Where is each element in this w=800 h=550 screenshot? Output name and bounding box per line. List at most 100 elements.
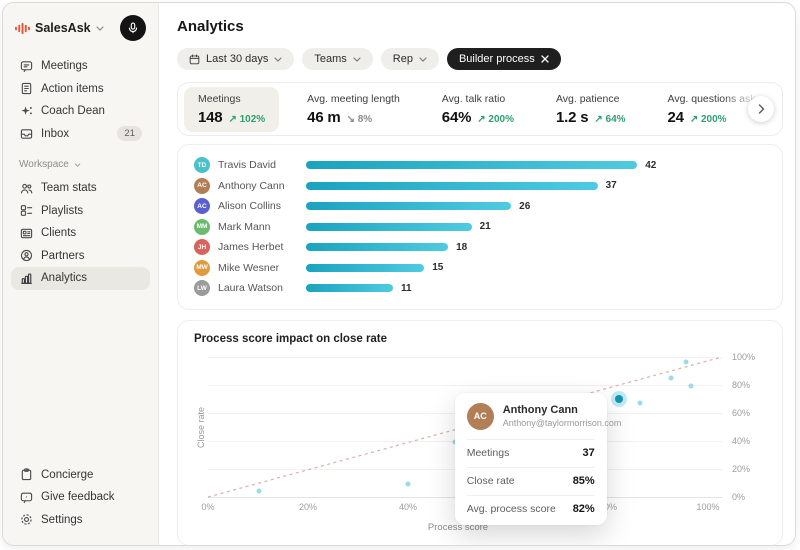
main-content: Analytics Last 30 days Teams Rep Builder… — [159, 3, 795, 545]
x-tick-label: 100% — [696, 501, 720, 512]
stat-card-meetings[interactable]: Meetings 148 ↗ 102% — [184, 86, 280, 132]
bar-row[interactable]: LW Laura Watson 11 — [194, 278, 766, 299]
bar-row[interactable]: AC Anthony Cann 37 — [194, 176, 766, 197]
stat-value: 148 — [198, 108, 223, 126]
chevron-down-icon — [74, 162, 81, 167]
scatter-tooltip: AC Anthony Cann Anthony@taylormorrison.c… — [454, 392, 621, 525]
sidebar-item-label: Analytics — [41, 272, 88, 285]
bar-track: 15 — [306, 262, 766, 273]
sidebar-item-coach-dean[interactable]: Coach Dean — [11, 100, 150, 123]
sidebar-item-concierge[interactable]: Concierge — [11, 464, 150, 487]
sidebar-item-label: Meetings — [41, 60, 88, 73]
bar-person-name: Anthony Cann — [218, 179, 285, 192]
sidebar-item-clients[interactable]: Clients — [11, 222, 150, 245]
people-icon — [19, 182, 33, 195]
bar-track: 21 — [306, 221, 766, 232]
filter-bar: Last 30 days Teams Rep Builder process — [177, 48, 783, 70]
stat-label: Avg. talk ratio — [441, 92, 506, 105]
sidebar-item-analytics[interactable]: Analytics — [11, 267, 150, 290]
chevron-down-icon — [419, 56, 427, 62]
stat-trend: ↗ 64% — [594, 113, 626, 125]
scatter-point[interactable] — [668, 375, 674, 380]
sidebar-item-label: Team stats — [41, 182, 97, 195]
stats-next-button[interactable] — [748, 96, 774, 122]
brand-name: SalesAsk — [35, 21, 91, 35]
scatter-point[interactable] — [688, 383, 694, 389]
bar-track: 26 — [306, 201, 766, 212]
bar-row[interactable]: TD Travis David 42 — [194, 155, 766, 176]
sidebar-item-action-items[interactable]: Action items — [11, 78, 150, 101]
avatar: AC — [194, 177, 210, 194]
y-tick-label: 100% — [732, 351, 756, 362]
stat-trend: ↗ 102% — [228, 113, 266, 125]
date-range-filter[interactable]: Last 30 days — [177, 48, 295, 70]
sidebar-item-label: Playlists — [41, 204, 84, 217]
bar-row[interactable]: MM Mark Mann 21 — [194, 217, 766, 238]
rep-label: Rep — [392, 53, 413, 65]
stat-label: Meetings — [198, 92, 241, 105]
sidebar-item-partners[interactable]: Partners — [11, 245, 150, 268]
bar-value: 15 — [432, 262, 444, 274]
bar-row[interactable]: MW Mike Wesner 15 — [194, 258, 766, 279]
chat-icon — [19, 60, 33, 73]
y-tick-label: 20% — [732, 463, 751, 474]
sidebar-item-label: Give feedback — [41, 491, 115, 504]
stat-label: Avg. meeting length — [307, 92, 400, 105]
bar-track: 18 — [306, 242, 766, 253]
scatter-point[interactable] — [405, 481, 411, 487]
bar-row[interactable]: JH James Herbet 18 — [194, 237, 766, 258]
scatter-point[interactable] — [637, 400, 643, 406]
sidebar-item-meetings[interactable]: Meetings — [11, 55, 150, 78]
scatter-point-highlighted[interactable] — [615, 394, 624, 403]
sidebar-item-inbox[interactable]: Inbox 21 — [11, 123, 150, 146]
bar — [306, 222, 472, 231]
x-axis-label: Process score — [427, 521, 489, 533]
stat-label: Avg. patience — [555, 92, 620, 105]
sidebar-item-settings[interactable]: Settings — [11, 509, 150, 532]
y-tick-label: 80% — [732, 379, 751, 390]
mic-button[interactable] — [120, 15, 146, 41]
y-tick-label: 0% — [732, 491, 746, 502]
workspace-section-toggle[interactable]: Workspace — [11, 145, 150, 177]
bar-person-name: Travis David — [218, 159, 276, 172]
stat-value: 1.2 s — [555, 108, 589, 126]
stat-value: 46 m — [307, 108, 341, 126]
bar-track: 11 — [306, 283, 766, 294]
scatter-point[interactable] — [256, 488, 262, 494]
builder-process-label: Builder process — [458, 53, 535, 65]
analytics-icon — [19, 272, 33, 285]
chevron-down-icon — [96, 25, 104, 31]
brand-menu[interactable]: SalesAsk — [11, 13, 150, 55]
avatar: LW — [194, 280, 210, 297]
partners-icon — [19, 249, 33, 262]
stat-card-avg-patience[interactable]: Avg. patience 1.2 s ↗ 64% — [542, 87, 640, 132]
bar-person-name: Mark Mann — [218, 220, 271, 233]
bar-value: 26 — [519, 200, 531, 212]
scatter-point[interactable] — [683, 359, 689, 365]
stats-row: Meetings 148 ↗ 102% Avg. meeting length 46 m… — [184, 86, 782, 132]
sidebar-item-team-stats[interactable]: Team stats — [11, 177, 150, 200]
avatar: MW — [194, 259, 210, 276]
bar-row[interactable]: AC Alison Collins 26 — [194, 196, 766, 217]
sidebar-item-playlists[interactable]: Playlists — [11, 200, 150, 223]
chevron-down-icon — [274, 56, 282, 62]
tooltip-row-label: Avg. process score — [466, 503, 556, 516]
date-range-label: Last 30 days — [206, 53, 269, 65]
chart-body: Close rate AC Anthony Cann Anthony@taylo… — [194, 352, 766, 525]
app-window: SalesAsk Meetings Action items Coach Dea… — [2, 2, 796, 546]
teams-filter[interactable]: Teams — [302, 48, 373, 70]
builder-process-tag[interactable]: Builder process — [446, 48, 561, 70]
y-axis-label: Close rate — [196, 405, 206, 448]
bar-value: 37 — [605, 180, 617, 192]
avatar: AC — [466, 402, 494, 430]
bar — [306, 243, 449, 252]
stat-card-avg-meeting-length[interactable]: Avg. meeting length 46 m ↘ 8% — [293, 87, 414, 132]
sidebar-item-label: Concierge — [41, 468, 94, 481]
sidebar-item-give-feedback[interactable]: Give feedback — [11, 486, 150, 509]
feedback-icon — [19, 491, 33, 504]
stats-strip: Meetings 148 ↗ 102% Avg. meeting length 46 m… — [177, 82, 783, 136]
bar-value: 42 — [645, 159, 657, 171]
rep-filter[interactable]: Rep — [380, 48, 439, 70]
stat-card-avg-talk-ratio[interactable]: Avg. talk ratio 64% ↗ 200% — [428, 87, 528, 132]
close-icon[interactable] — [541, 55, 549, 63]
